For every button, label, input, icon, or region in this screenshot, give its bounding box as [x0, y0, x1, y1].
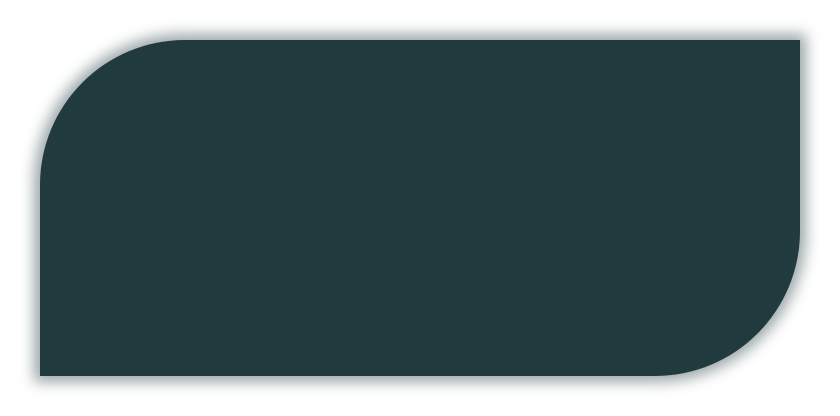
canvas — [0, 0, 840, 416]
leaf-shaped-panel — [40, 40, 800, 376]
